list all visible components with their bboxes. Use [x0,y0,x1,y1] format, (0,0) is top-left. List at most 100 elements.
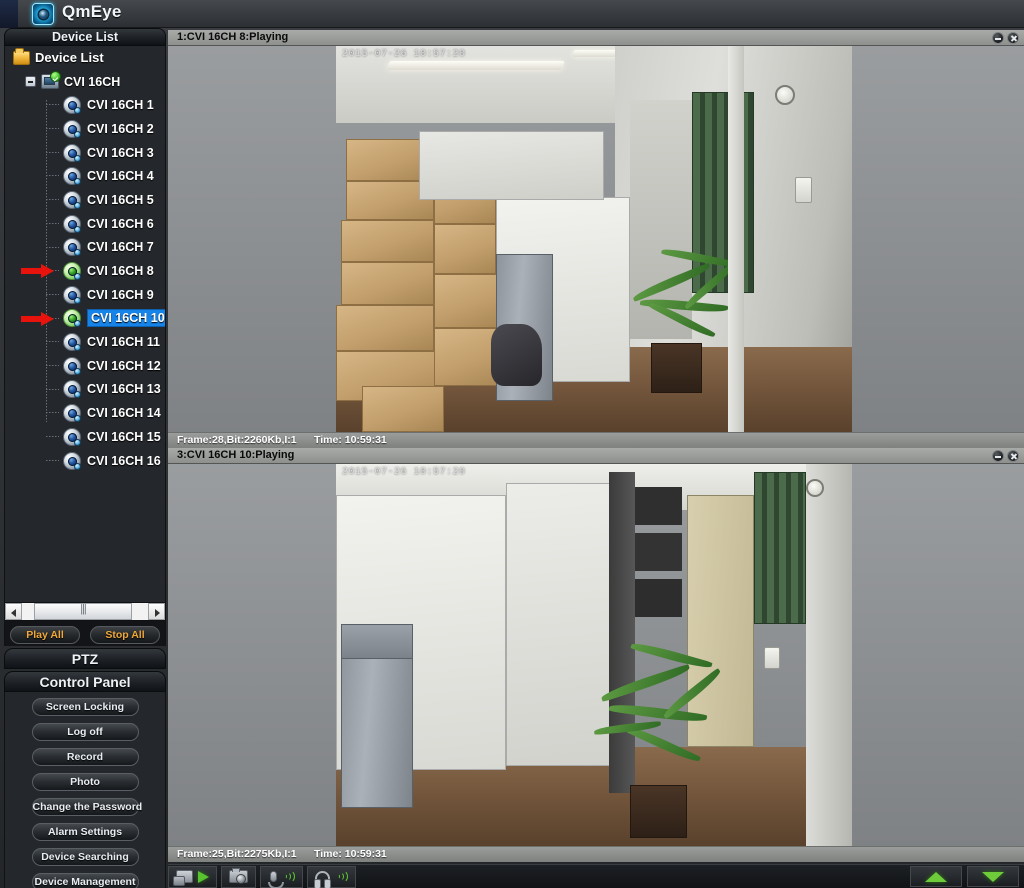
folder-icon [13,47,30,65]
device-tree-horizontal-scrollbar[interactable] [4,602,166,621]
video-panel-2-titlebar: 3:CVI 16CH 10:Playing [168,448,1024,464]
photo-button[interactable]: Photo [31,773,139,791]
channel-label: CVI 16CH 9 [87,287,154,302]
channel-label: CVI 16CH 8 [87,264,154,279]
minimize-icon[interactable] [992,32,1004,44]
video-panel-2-viewport[interactable]: 2015-07-26 10:57:20 [168,464,1024,846]
toolbar-group-playback[interactable] [168,865,217,888]
screen-locking-button[interactable]: Screen Locking [31,698,139,716]
video-panel-2-window-buttons [992,450,1019,462]
tree-node-channel[interactable]: CVI 16CH 16 [5,449,165,473]
scroll-left-button[interactable] [5,603,22,620]
headset-icon[interactable] [314,870,331,888]
camera-icon[interactable] [229,868,248,884]
camera-channel-icon [63,380,81,399]
log-off-button[interactable]: Log off [31,723,139,741]
tree-node-channel-selected[interactable]: CVI 16CH 10 [5,307,165,331]
alarm-settings-button[interactable]: Alarm Settings [31,823,139,841]
toolbar-group-audio-listen[interactable] [307,865,356,888]
play-all-button[interactable]: Play All [10,625,80,644]
device-searching-button[interactable]: Device Searching [31,848,139,866]
chevron-up-icon [925,871,947,882]
page-down-button[interactable] [967,866,1019,887]
bottom-toolbar [168,864,1024,888]
channel-label: CVI 16CH 5 [87,192,154,207]
video-panel-1[interactable]: 1:CVI 16CH 8:Playing 2015-07-26 10:57:20… [168,30,1024,448]
tree-node-cvi-16ch-device[interactable]: CVI 16CH [5,70,165,94]
camera-channel-online-icon [63,262,81,281]
tree-node-channel[interactable]: CVI 16CH 15 [5,425,165,449]
toolbar-group-snapshot[interactable] [221,865,256,888]
channel-label: CVI 16CH 1 [87,98,154,113]
page-up-button[interactable] [910,866,962,887]
chevron-down-icon [982,871,1004,882]
tree-node-channel[interactable]: CVI 16CH 14 [5,401,165,425]
tree-node-channel-active[interactable]: CVI 16CH 8 [5,259,165,283]
play-icon[interactable] [198,870,209,883]
device-list-panel-header: Device List [4,28,166,46]
online-check-badge [50,71,61,83]
video-panel-2-title: 3:CVI 16CH 10:Playing [177,449,295,461]
tree-node-channel[interactable]: CVI 16CH 2 [5,117,165,141]
scrollbar-track[interactable] [22,603,148,620]
ptz-section-header[interactable]: PTZ [4,648,166,669]
tree-node-channel[interactable]: CVI 16CH 3 [5,141,165,165]
camera-channel-icon [63,404,81,423]
channel-label: CVI 16CH 13 [87,382,161,397]
change-the-password-button[interactable]: Change the Password [31,798,142,816]
close-icon[interactable] [1007,32,1019,44]
sidebar: Device List Device List CVI 16CH CVI 16C… [4,28,166,888]
video-panel-1-statusbar: Frame:28,Bit:2260Kb,I:1 Time: 10:59:31 [168,432,1024,448]
tree-node-channel[interactable]: CVI 16CH 5 [5,188,165,212]
tree-node-channel[interactable]: CVI 16CH 7 [5,236,165,260]
tree-node-channel[interactable]: CVI 16CH 13 [5,378,165,402]
channel-label: CVI 16CH 15 [87,429,161,444]
microphone-icon[interactable] [268,871,284,888]
record-button[interactable]: Record [31,748,139,766]
red-arrow-marker-icon [21,311,55,326]
sound-wave-icon[interactable] [282,870,295,883]
channel-label: CVI 16CH 4 [87,169,154,184]
camera-channel-icon [63,167,81,186]
camera-channel-icon [63,119,81,138]
close-icon[interactable] [1007,450,1019,462]
video-panel-1-feed: 2015-07-26 10:57:20 [336,46,852,432]
app-title: QmEye [62,2,122,21]
channel-label: CVI 16CH 12 [87,358,161,373]
video-panel-1-stream-stats: Frame:28,Bit:2260Kb,I:1 [177,434,297,446]
tree-node-channel[interactable]: CVI 16CH 12 [5,354,165,378]
tree-expander-collapse-icon[interactable] [25,75,36,87]
monitor-icon[interactable] [173,870,193,886]
title-bar-left-accent [0,0,18,28]
play-stop-all-bar: Play All Stop All [4,621,166,646]
camera-channel-icon [63,190,81,209]
video-panel-2[interactable]: 3:CVI 16CH 10:Playing 2015-07-26 10:57:2… [168,448,1024,862]
channel-label-selected: CVI 16CH 10 [87,309,165,328]
scrollbar-thumb[interactable] [34,603,132,620]
tree-node-channel[interactable]: CVI 16CH 4 [5,164,165,188]
device-tree[interactable]: Device List CVI 16CH CVI 16CH 1 CVI 16CH… [4,46,166,602]
tree-node-device-list-root[interactable]: Device List [5,46,165,70]
channel-label: CVI 16CH 3 [87,145,154,160]
tree-device-label: CVI 16CH [64,74,121,89]
toolbar-group-audio-talk[interactable] [260,865,303,888]
camera-channel-icon [63,96,81,115]
minimize-icon[interactable] [992,450,1004,462]
tree-node-channel[interactable]: CVI 16CH 9 [5,283,165,307]
scroll-right-button[interactable] [148,603,165,620]
channel-label: CVI 16CH 16 [87,453,161,468]
tree-node-channel[interactable]: CVI 16CH 1 [5,93,165,117]
sound-wave-icon[interactable] [335,870,348,883]
video-panel-1-titlebar: 1:CVI 16CH 8:Playing [168,30,1024,46]
tree-node-channel[interactable]: CVI 16CH 11 [5,330,165,354]
video-panel-1-window-buttons [992,32,1019,44]
camera-channel-icon [63,214,81,233]
video-panel-1-viewport[interactable]: 2015-07-26 10:57:20 [168,46,1024,432]
control-panel-body: Screen Locking Log off Record Photo Chan… [4,692,166,888]
device-management-button[interactable]: Device Management [31,873,139,888]
channel-label: CVI 16CH 6 [87,216,154,231]
stop-all-button[interactable]: Stop All [90,625,160,644]
control-panel-section-header[interactable]: Control Panel [4,671,166,692]
tree-node-channel[interactable]: CVI 16CH 6 [5,212,165,236]
video-panel-2-feed: 2015-07-26 10:57:20 [336,464,852,846]
